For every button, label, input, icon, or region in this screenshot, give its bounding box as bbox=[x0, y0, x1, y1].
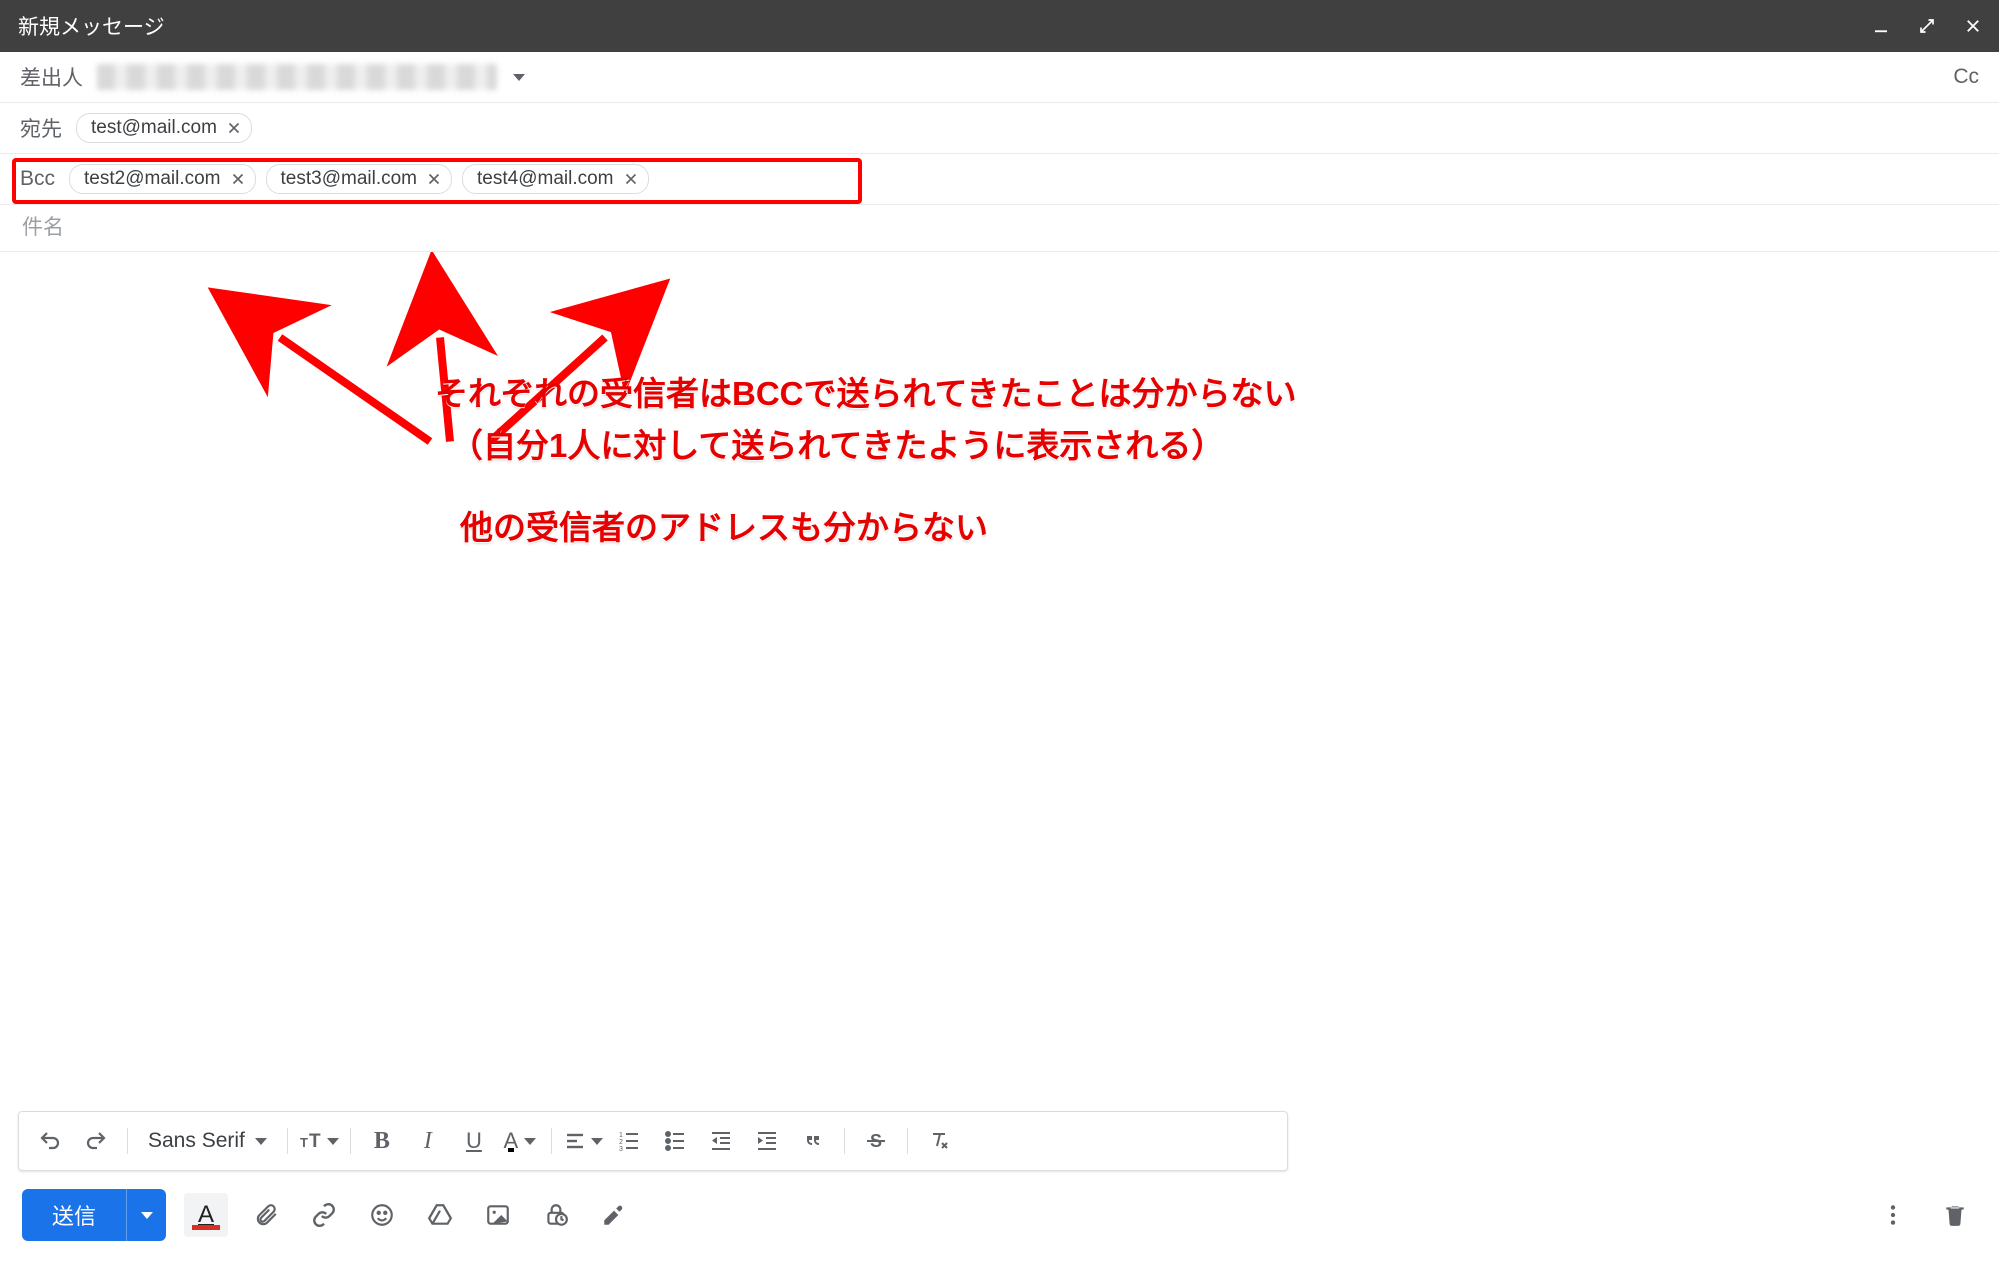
remove-chip-icon[interactable] bbox=[225, 119, 243, 137]
caret-down-icon bbox=[591, 1138, 603, 1145]
text-color-button[interactable]: A bbox=[499, 1120, 541, 1162]
message-body[interactable]: それぞれの受信者はBCCで送られてきたことは分からない （自分1人に対して送られ… bbox=[0, 252, 1999, 1111]
remove-formatting-button[interactable] bbox=[918, 1120, 960, 1162]
svg-text:T: T bbox=[309, 1131, 321, 1152]
more-options-button[interactable] bbox=[1873, 1195, 1913, 1235]
bcc-chip-text: test2@mail.com bbox=[84, 168, 221, 190]
bcc-row[interactable]: Bcc test2@mail.com test3@mail.com test4@… bbox=[0, 154, 1999, 205]
bcc-chip[interactable]: test4@mail.com bbox=[462, 164, 649, 194]
from-label: 差出人 bbox=[20, 62, 83, 92]
to-row[interactable]: 宛先 test@mail.com bbox=[0, 103, 1999, 154]
toolbar-divider bbox=[551, 1128, 552, 1154]
redo-button[interactable] bbox=[75, 1120, 117, 1162]
insert-link-button[interactable] bbox=[304, 1195, 344, 1235]
font-family-label: Sans Serif bbox=[148, 1129, 245, 1153]
annotation-text-1: それぞれの受信者はBCCで送られてきたことは分からない bbox=[435, 368, 1297, 421]
underline-button[interactable]: U bbox=[453, 1120, 495, 1162]
titlebar: 新規メッセージ bbox=[0, 0, 1999, 52]
toolbar-divider bbox=[844, 1128, 845, 1154]
insert-drive-button[interactable] bbox=[420, 1195, 460, 1235]
annotation-text-2: （自分1人に対して送られてきたように表示される） bbox=[450, 420, 1224, 473]
insert-signature-button[interactable] bbox=[594, 1195, 634, 1235]
from-value[interactable] bbox=[97, 64, 1953, 90]
from-row: 差出人 Cc bbox=[0, 52, 1999, 103]
to-chip[interactable]: test@mail.com bbox=[76, 113, 252, 143]
remove-chip-icon[interactable] bbox=[229, 170, 247, 188]
indent-less-button[interactable] bbox=[700, 1120, 742, 1162]
caret-down-icon bbox=[255, 1138, 267, 1145]
annotation-text-3: 他の受信者のアドレスも分からない bbox=[460, 502, 988, 555]
toolbar-divider bbox=[907, 1128, 908, 1154]
window-title: 新規メッセージ bbox=[18, 11, 165, 41]
remove-chip-icon[interactable] bbox=[425, 170, 443, 188]
svg-text:2: 2 bbox=[619, 1139, 623, 1146]
action-bar: 送信 A bbox=[0, 1189, 1999, 1267]
insert-photo-button[interactable] bbox=[478, 1195, 518, 1235]
text-color-chip[interactable]: A bbox=[184, 1193, 228, 1237]
toolbar-divider bbox=[350, 1128, 351, 1154]
from-address-redacted bbox=[97, 64, 497, 90]
toolbar-divider bbox=[127, 1128, 128, 1154]
strikethrough-button[interactable]: S bbox=[855, 1120, 897, 1162]
bcc-chip-text: test3@mail.com bbox=[281, 168, 418, 190]
bcc-chip-text: test4@mail.com bbox=[477, 168, 614, 190]
insert-emoji-button[interactable] bbox=[362, 1195, 402, 1235]
popout-button[interactable] bbox=[1915, 14, 1939, 38]
align-button[interactable] bbox=[562, 1120, 604, 1162]
attach-file-button[interactable] bbox=[246, 1195, 286, 1235]
svg-text:3: 3 bbox=[619, 1146, 623, 1153]
subject-input[interactable] bbox=[20, 215, 1979, 241]
toolbar-divider bbox=[287, 1128, 288, 1154]
cc-toggle[interactable]: Cc bbox=[1953, 65, 1979, 89]
font-size-button[interactable]: TT bbox=[298, 1120, 340, 1162]
confidential-mode-button[interactable] bbox=[536, 1195, 576, 1235]
bold-button[interactable]: B bbox=[361, 1120, 403, 1162]
formatting-toolbar: Sans Serif TT B I U A 123 S bbox=[18, 1111, 1288, 1171]
to-label: 宛先 bbox=[20, 113, 62, 143]
remove-chip-icon[interactable] bbox=[622, 170, 640, 188]
svg-text:T: T bbox=[300, 1135, 308, 1150]
font-family-select[interactable]: Sans Serif bbox=[138, 1129, 277, 1153]
numbered-list-button[interactable]: 123 bbox=[608, 1120, 650, 1162]
bcc-chip[interactable]: test3@mail.com bbox=[266, 164, 453, 194]
caret-down-icon bbox=[524, 1138, 536, 1145]
bcc-label: Bcc bbox=[20, 167, 55, 191]
quote-button[interactable] bbox=[792, 1120, 834, 1162]
bullet-list-button[interactable] bbox=[654, 1120, 696, 1162]
undo-button[interactable] bbox=[29, 1120, 71, 1162]
close-button[interactable] bbox=[1961, 14, 1985, 38]
from-dropdown-icon[interactable] bbox=[513, 74, 525, 81]
italic-button[interactable]: I bbox=[407, 1120, 449, 1162]
caret-down-icon bbox=[141, 1212, 153, 1219]
svg-text:1: 1 bbox=[619, 1132, 623, 1139]
send-button[interactable]: 送信 bbox=[22, 1189, 126, 1241]
subject-row[interactable] bbox=[0, 205, 1999, 252]
send-split-button: 送信 bbox=[22, 1189, 166, 1241]
minimize-button[interactable] bbox=[1869, 14, 1893, 38]
caret-down-icon bbox=[327, 1138, 339, 1145]
bcc-chip[interactable]: test2@mail.com bbox=[69, 164, 256, 194]
to-chip-text: test@mail.com bbox=[91, 117, 217, 139]
discard-draft-button[interactable] bbox=[1935, 1195, 1975, 1235]
send-options-button[interactable] bbox=[126, 1189, 166, 1241]
indent-more-button[interactable] bbox=[746, 1120, 788, 1162]
